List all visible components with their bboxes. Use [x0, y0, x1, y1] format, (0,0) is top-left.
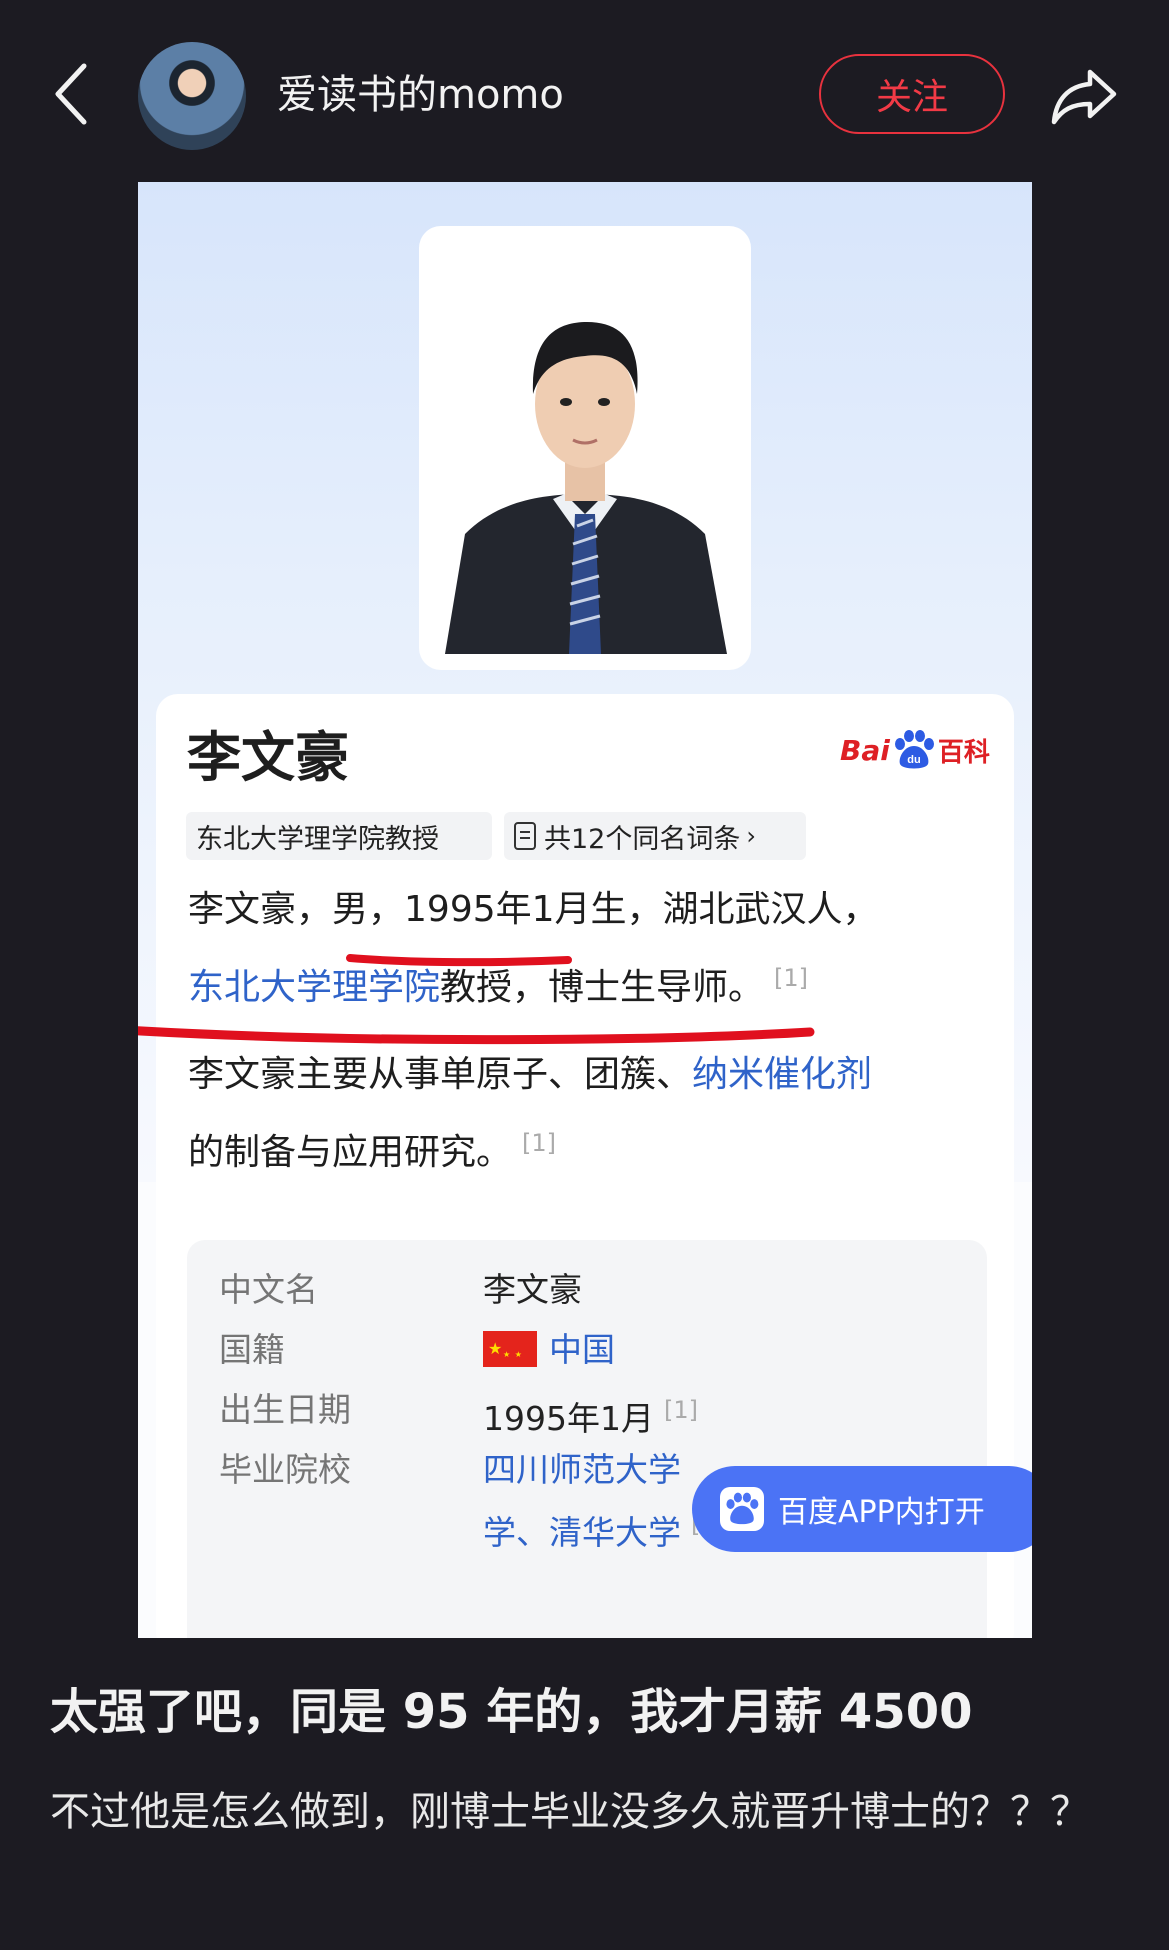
infobox: 中文名 李文豪 国籍 中国 出生日期 1995年1月 [1] 毕业院校 四川师范大…: [187, 1240, 987, 1638]
username[interactable]: 爱读书的momo: [277, 70, 564, 120]
avatar[interactable]: [138, 42, 246, 150]
entry-title: 李文豪: [187, 726, 349, 789]
infobox-label: 出生日期: [219, 1390, 351, 1429]
infobox-label: 中文名: [219, 1270, 318, 1309]
open-in-baidu-app-button[interactable]: 百度APP内打开: [692, 1466, 1032, 1552]
paw-text: du: [907, 754, 920, 766]
infobox-label: 国籍: [219, 1330, 285, 1369]
citation-link[interactable]: [1]: [522, 1129, 556, 1157]
summary-line-3: 李文豪主要从事单原子、团簇、纳米催化剂: [188, 1041, 872, 1109]
birth-text: 1995年1月生，: [404, 889, 663, 930]
university-link[interactable]: 东北大学理学院: [188, 967, 440, 1008]
infobox-value: 李文豪: [483, 1270, 582, 1309]
baidu-baike-logo: Bai du 百科: [840, 730, 990, 770]
entry-subtitle-tag: 东北大学理学院教授: [186, 812, 492, 860]
logo-prefix: Bai: [840, 733, 890, 767]
nationality-value[interactable]: 中国: [483, 1327, 615, 1377]
summary-text: 的制备与应用研究。: [188, 1132, 513, 1173]
summary-line-4: 的制备与应用研究。 [1]: [188, 1109, 556, 1187]
logo-suffix: 百科: [937, 737, 990, 768]
infobox-label: 毕业院校: [219, 1450, 351, 1489]
homonym-label: 共12个同名词条: [544, 823, 741, 855]
homonym-entries-button[interactable]: 共12个同名词条 ›: [504, 812, 806, 860]
photo-card: [419, 226, 751, 670]
share-icon[interactable]: [1050, 66, 1120, 126]
summary-text: 教授，博士生导师。: [440, 967, 765, 1008]
alma-mater-value-2[interactable]: 学、清华大学[1]: [483, 1502, 725, 1555]
summary-text: 李文豪主要从事单原子、团簇、: [188, 1054, 693, 1095]
baidu-app-icon: [720, 1487, 764, 1531]
open-in-app-label: 百度APP内打开: [778, 1495, 985, 1530]
infobox-value: 1995年1月 [1]: [483, 1388, 698, 1441]
citation-link[interactable]: [1]: [664, 1396, 698, 1424]
summary-text: 湖北武汉人，: [662, 889, 879, 930]
nanocatalyst-link[interactable]: 纳米催化剂: [692, 1054, 872, 1095]
summary-line-1: 李文豪，男，1995年1月生，湖北武汉人，: [188, 876, 879, 944]
alma-mater-link[interactable]: 四川师范大学: [483, 1448, 681, 1492]
embedded-screenshot: 李文豪 Bai du 百科 东北大学理学院教授 共12个同名词条 › 李文豪，男…: [138, 182, 1032, 1638]
follow-button[interactable]: 关注: [819, 54, 1005, 134]
back-arrow-icon[interactable]: [52, 62, 92, 126]
alma-mater-link[interactable]: 学、清华大学: [483, 1513, 681, 1552]
china-flag-icon: [483, 1327, 537, 1377]
summary-text: 李文豪，男，: [188, 889, 405, 930]
chevron-right-icon: ›: [746, 822, 756, 850]
post-title: 太强了吧，同是 95 年的，我才月薪 4500: [50, 1684, 973, 1740]
paw-icon: du: [894, 730, 934, 769]
nationality-link[interactable]: 中国: [549, 1330, 615, 1369]
post-body: 不过他是怎么做到，刚博士毕业没多久就晋升博士的？？？: [50, 1789, 1090, 1835]
document-icon: [514, 822, 536, 850]
portrait-photo: [435, 244, 735, 654]
citation-link[interactable]: [1]: [774, 964, 808, 992]
summary-line-2: 东北大学理学院教授，博士生导师。 [1]: [188, 944, 808, 1022]
birth-date: 1995年1月: [483, 1399, 654, 1438]
